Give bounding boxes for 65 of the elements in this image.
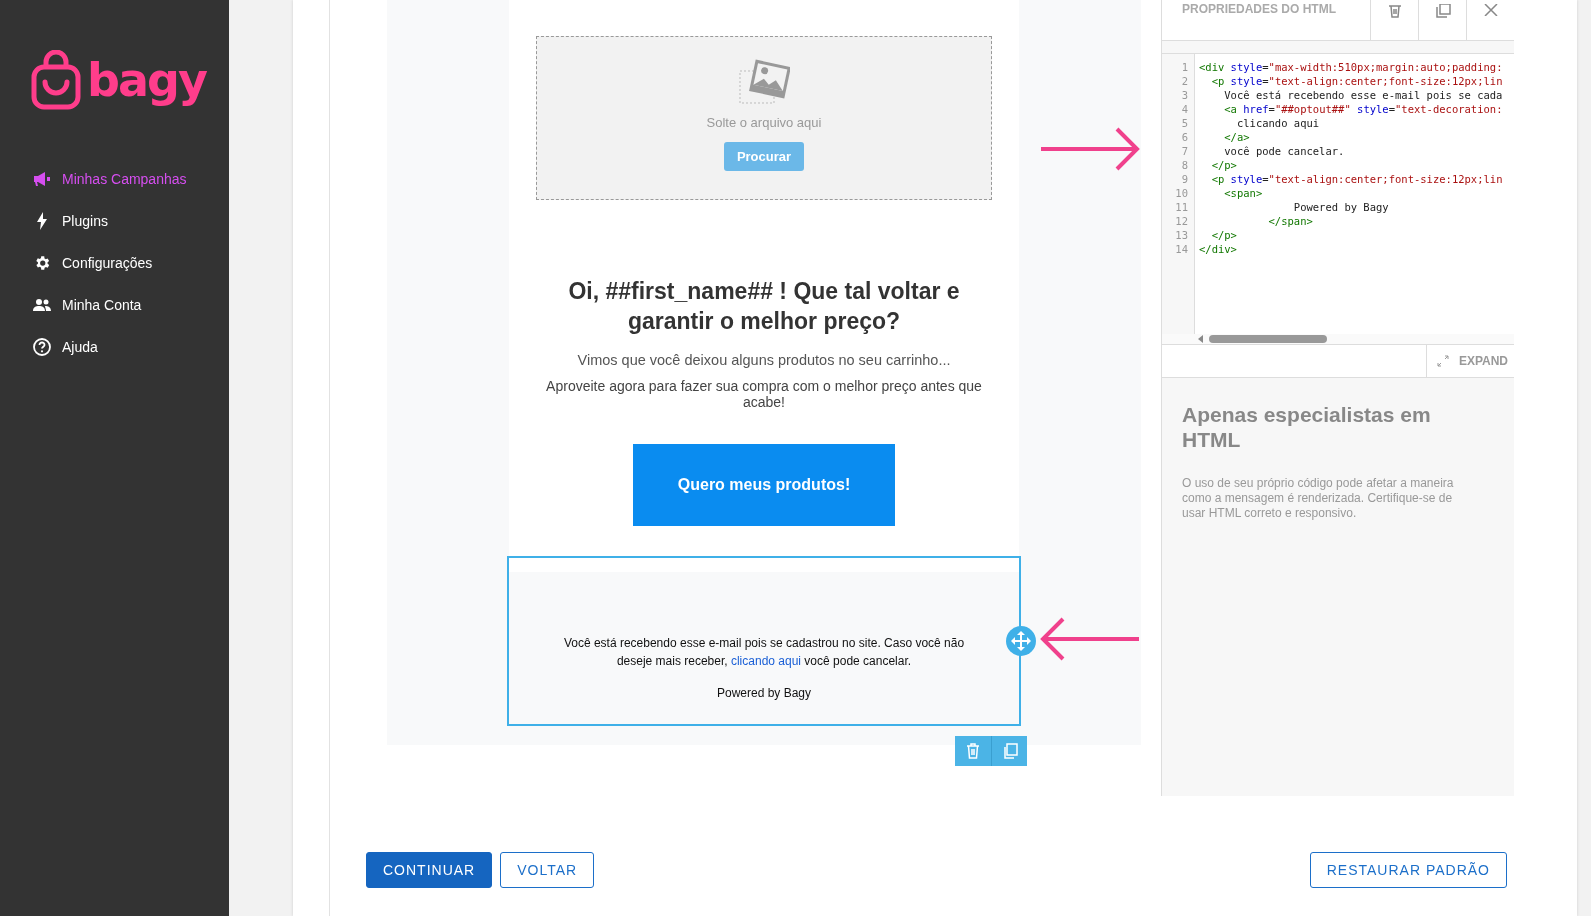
panel-title: PROPRIEDADES DO HTML — [1181, 1, 1337, 18]
users-icon — [32, 298, 52, 312]
continue-button[interactable]: CONTINUAR — [366, 852, 493, 888]
move-handle-icon[interactable] — [1006, 626, 1036, 656]
help-icon — [32, 338, 52, 356]
line-number: 7 — [1180, 144, 1188, 158]
email-paragraph: Vimos que você deixou alguns produtos no seu carrinho... — [577, 352, 951, 368]
dropzone-hint: Solte o arquivo aqui — [706, 115, 822, 130]
line-number: 12 — [1174, 214, 1188, 228]
sidebar-item[interactable]: Ajuda — [0, 326, 229, 368]
line-number: 4 — [1180, 102, 1188, 116]
line-number: 6 — [1180, 130, 1188, 144]
footer-block[interactable]: Você está recebendo esse e-mail pois se cadastrou no site. Caso você não deseje mais receber, clicando aqui você pode cancelar. Powered by Bagy — [507, 556, 1021, 726]
sidebar-item[interactable]: Configurações — [0, 242, 229, 284]
trash-icon — [1387, 4, 1402, 18]
code-line: <p style="text-align:center;font-size:12px;lin — [1210, 74, 1504, 88]
unsubscribe-link[interactable]: clicando aqui — [730, 654, 801, 668]
line-number: 3 — [1180, 88, 1188, 102]
code-line: </p> — [1210, 228, 1238, 242]
image-icon — [738, 59, 790, 105]
sidebar-item[interactable]: Plugins — [0, 200, 229, 242]
line-number: 5 — [1180, 116, 1188, 130]
info-title: Apenas especialistas em HTML — [1182, 402, 1432, 452]
line-number: 1 — [1180, 60, 1188, 74]
restore-default-button[interactable]: RESTAURAR PADRÃO — [1309, 852, 1507, 888]
code-line: Você está recebendo esse e-mail pois se cada — [1223, 88, 1504, 102]
megaphone-icon — [32, 171, 52, 187]
email-heading: Oi, ##first_name## ! Que tal voltar e garantir o melhor preço? — [567, 277, 961, 336]
line-number: 11 — [1174, 200, 1188, 214]
close-icon — [1483, 4, 1498, 16]
code-editor[interactable] — [1162, 54, 1514, 334]
sidebar-item[interactable]: Minha Conta — [0, 284, 229, 326]
code-line: Powered by Bagy — [1292, 200, 1390, 214]
info-text: O uso de seu próprio código pode afetar a maneira como a mensagem é renderizada. Certifique-se de usar HTML correto e responsivo. — [1182, 476, 1455, 521]
line-number: 2 — [1180, 74, 1188, 88]
line-number: 13 — [1174, 228, 1188, 242]
code-line: você pode cancelar. — [1223, 144, 1346, 158]
line-number: 9 — [1180, 172, 1188, 186]
copy-icon — [1434, 4, 1451, 18]
code-line: </div> — [1199, 242, 1238, 256]
code-line: <a href="##optout##" style="text-decoration: — [1223, 102, 1504, 116]
code-line: </a> — [1223, 130, 1251, 144]
horizontal-scrollbar[interactable] — [1162, 334, 1514, 345]
cta-button[interactable]: Quero meus produtos! — [633, 444, 895, 526]
back-button[interactable]: VOLTAR — [500, 852, 595, 888]
trash-icon — [966, 743, 980, 759]
code-line: </p> — [1210, 158, 1238, 172]
code-line: <p style="text-align:center;font-size:12px;lin — [1210, 172, 1504, 186]
code-line: <div style="max-width:510px;margin:auto;padding: — [1199, 60, 1504, 74]
unsubscribe-text: Você está recebendo esse e-mail pois se cadastrou no site. Caso você não deseje mais receber, clicando aqui você pode cancelar. — [562, 635, 966, 670]
delete-button[interactable] — [955, 736, 991, 766]
powered-by-text: Powered by Bagy — [716, 686, 812, 700]
copy-icon — [1001, 743, 1018, 759]
line-number: 10 — [1174, 186, 1188, 200]
shopping-bag-icon — [31, 50, 81, 110]
sidebar-item[interactable]: Minhas Campanhas — [0, 158, 229, 200]
code-line: <span> — [1223, 186, 1264, 200]
email-paragraph: Aproveite agora para fazer sua compra com o melhor preço antes que acabe! — [545, 378, 983, 410]
scroll-left-icon — [1198, 335, 1203, 343]
code-line: clicando aqui — [1235, 116, 1321, 130]
code-line: </span> — [1267, 214, 1314, 228]
duplicate-button[interactable] — [991, 736, 1027, 766]
line-number: 14 — [1174, 242, 1188, 256]
line-number: 8 — [1180, 158, 1188, 172]
expand-icon — [1436, 355, 1449, 367]
